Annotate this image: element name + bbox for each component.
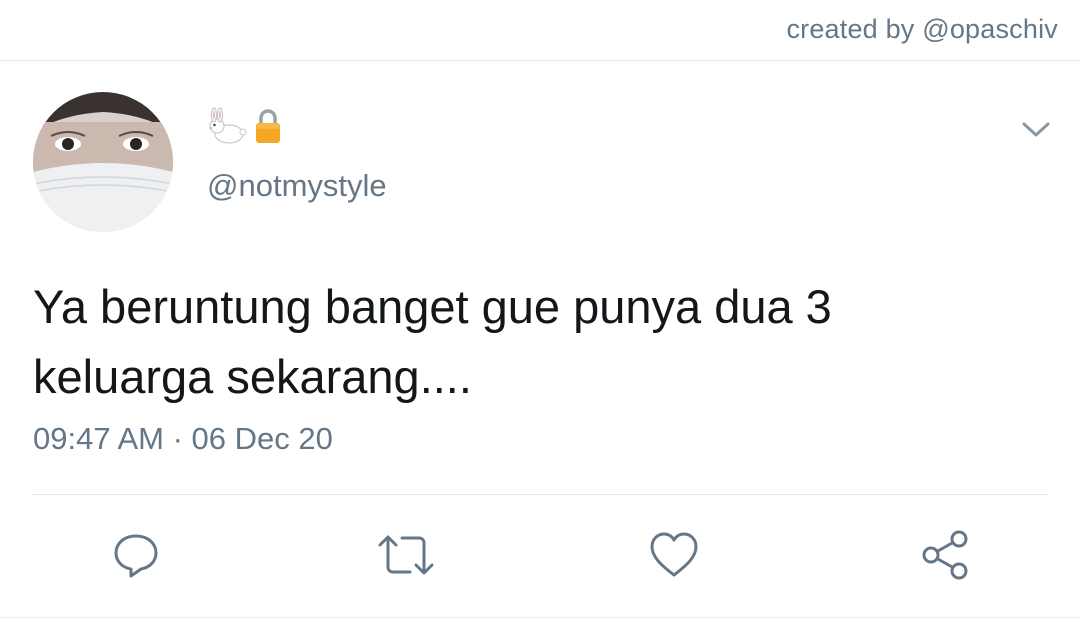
rabbit-icon [209,107,247,144]
chevron-down-icon[interactable] [1018,114,1054,144]
avatar[interactable] [33,92,173,232]
action-bar [0,525,1080,585]
divider [33,494,1048,495]
reply-button[interactable] [106,525,166,585]
tweet-timestamp[interactable]: 09:47 AM · 06 Dec 20 [33,421,333,457]
retweet-button[interactable] [376,525,436,585]
tweet-text: Ya beruntung banget gue punya dua 3 kelu… [33,272,993,412]
share-button[interactable] [915,525,975,585]
like-icon [650,532,698,577]
tweet-text-line: Ya beruntung banget gue punya dua 3 [33,280,832,333]
retweet-icon [378,535,434,575]
creator-credit: created by @opaschiv [786,14,1058,44]
avatar-photo [33,92,173,232]
lock-icon [256,109,280,143]
user-handle[interactable]: @notmystyle [207,168,387,204]
reply-icon [114,534,158,578]
display-name[interactable] [205,104,283,148]
tweet-text-line: keluarga sekarang.... [33,350,472,403]
like-button[interactable] [644,525,704,585]
share-icon [922,530,968,580]
top-bar: created by @opaschiv [0,0,1080,61]
bottom-divider [0,617,1080,618]
